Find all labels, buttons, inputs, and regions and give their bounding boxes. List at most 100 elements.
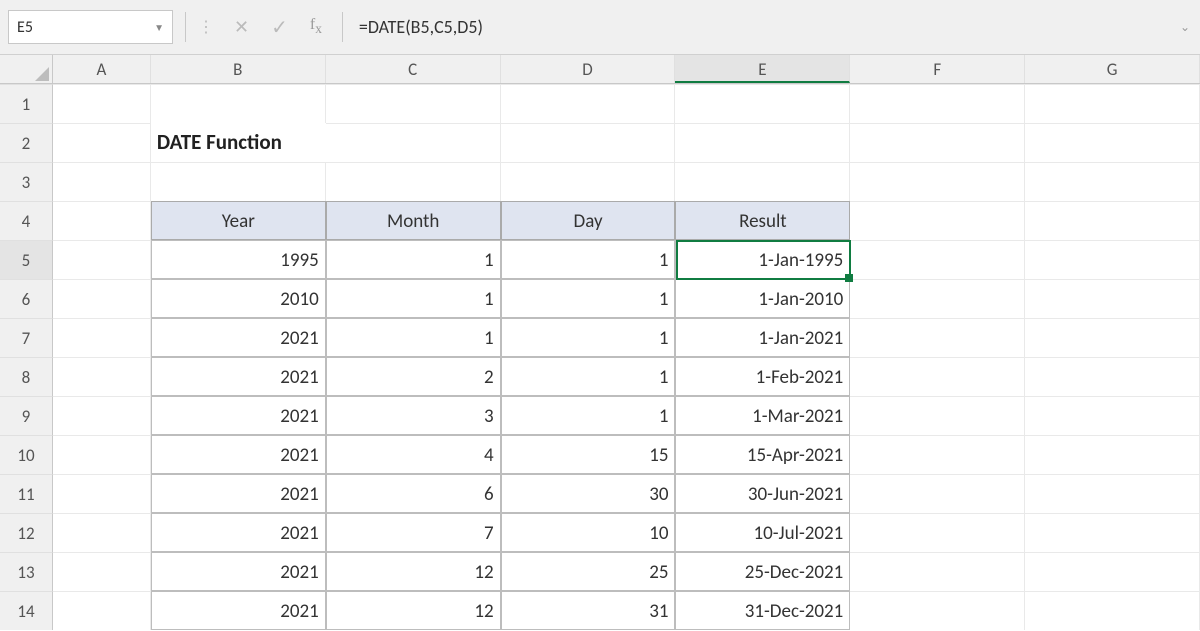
cell-C10[interactable]: 4 (326, 435, 501, 474)
select-all-corner[interactable] (0, 55, 53, 83)
cell-D8[interactable]: 1 (501, 357, 676, 396)
cell-F8[interactable] (850, 357, 1025, 396)
cell-G4[interactable] (1025, 201, 1200, 240)
cell-C3[interactable] (326, 162, 501, 201)
cell-B2-title[interactable]: DATE Function (151, 123, 326, 162)
row-header-7[interactable]: 7 (0, 318, 53, 357)
cell-E6[interactable]: 1-Jan-2010 (675, 279, 850, 318)
cell-C6[interactable]: 1 (326, 279, 501, 318)
cell-D13[interactable]: 25 (501, 552, 676, 591)
cell-G7[interactable] (1025, 318, 1200, 357)
cell-C4-header[interactable]: Month (326, 201, 501, 240)
cell-C14[interactable]: 12 (326, 591, 501, 630)
cell-E8[interactable]: 1-Feb-2021 (675, 357, 850, 396)
cell-C9[interactable]: 3 (326, 396, 501, 435)
cell-G5[interactable] (1025, 240, 1200, 279)
cell-C8[interactable]: 2 (326, 357, 501, 396)
col-header-C[interactable]: C (326, 55, 501, 83)
cell-E11[interactable]: 30-Jun-2021 (675, 474, 850, 513)
cell-E4-header[interactable]: Result (675, 201, 850, 240)
cell-D5[interactable]: 1 (501, 240, 676, 279)
cell-E14[interactable]: 31-Dec-2021 (675, 591, 850, 630)
cell-B13[interactable]: 2021 (151, 552, 326, 591)
cancel-icon[interactable]: ✕ (234, 16, 249, 38)
cell-B11[interactable]: 2021 (151, 474, 326, 513)
cell-G11[interactable] (1025, 474, 1200, 513)
cell-A14[interactable] (53, 591, 151, 630)
name-box[interactable]: E5 ▼ (8, 10, 173, 44)
cell-B12[interactable]: 2021 (151, 513, 326, 552)
cell-D3[interactable] (501, 162, 676, 201)
cell-E5[interactable]: 1-Jan-1995 (675, 240, 850, 279)
cell-A6[interactable] (53, 279, 151, 318)
cell-C11[interactable]: 6 (326, 474, 501, 513)
cell-C7[interactable]: 1 (326, 318, 501, 357)
cell-G9[interactable] (1025, 396, 1200, 435)
cell-A1[interactable] (53, 84, 151, 123)
cell-D7[interactable]: 1 (501, 318, 676, 357)
cell-F6[interactable] (850, 279, 1025, 318)
cell-F3[interactable] (850, 162, 1025, 201)
cell-C2[interactable] (326, 123, 501, 162)
cell-F11[interactable] (850, 474, 1025, 513)
cell-B9[interactable]: 2021 (151, 396, 326, 435)
cell-A4[interactable] (53, 201, 151, 240)
cell-A11[interactable] (53, 474, 151, 513)
cell-E7[interactable]: 1-Jan-2021 (675, 318, 850, 357)
cell-B8[interactable]: 2021 (151, 357, 326, 396)
cell-E3[interactable] (675, 162, 850, 201)
cell-D6[interactable]: 1 (501, 279, 676, 318)
cell-B10[interactable]: 2021 (151, 435, 326, 474)
row-header-2[interactable]: 2 (0, 123, 53, 162)
cell-E12[interactable]: 10-Jul-2021 (675, 513, 850, 552)
cell-D14[interactable]: 31 (501, 591, 676, 630)
cell-E9[interactable]: 1-Mar-2021 (675, 396, 850, 435)
cell-F9[interactable] (850, 396, 1025, 435)
cell-B4-header[interactable]: Year (151, 201, 326, 240)
cell-G10[interactable] (1025, 435, 1200, 474)
cell-C12[interactable]: 7 (326, 513, 501, 552)
cell-C13[interactable]: 12 (326, 552, 501, 591)
cell-B1[interactable] (151, 84, 326, 123)
col-header-A[interactable]: A (53, 55, 151, 83)
cell-A2[interactable] (53, 123, 151, 162)
row-header-1[interactable]: 1 (0, 84, 53, 123)
cell-F2[interactable] (850, 123, 1025, 162)
cell-G1[interactable] (1025, 84, 1200, 123)
cell-D12[interactable]: 10 (501, 513, 676, 552)
cell-A13[interactable] (53, 552, 151, 591)
row-header-4[interactable]: 4 (0, 201, 53, 240)
row-header-5[interactable]: 5 (0, 240, 53, 279)
col-header-B[interactable]: B (151, 55, 326, 83)
cell-G14[interactable] (1025, 591, 1200, 630)
cell-A8[interactable] (53, 357, 151, 396)
row-header-12[interactable]: 12 (0, 513, 53, 552)
cell-F13[interactable] (850, 552, 1025, 591)
cell-F4[interactable] (850, 201, 1025, 240)
cell-D10[interactable]: 15 (501, 435, 676, 474)
cell-B3[interactable] (151, 162, 326, 201)
cell-A12[interactable] (53, 513, 151, 552)
cell-F1[interactable] (850, 84, 1025, 123)
cell-B6[interactable]: 2010 (151, 279, 326, 318)
cell-F7[interactable] (850, 318, 1025, 357)
col-header-F[interactable]: F (850, 55, 1025, 83)
cell-D2[interactable] (501, 123, 676, 162)
row-header-10[interactable]: 10 (0, 435, 53, 474)
cell-D4-header[interactable]: Day (501, 201, 676, 240)
row-header-11[interactable]: 11 (0, 474, 53, 513)
cell-C1[interactable] (326, 84, 501, 123)
cell-D1[interactable] (501, 84, 676, 123)
cell-F5[interactable] (850, 240, 1025, 279)
cell-G13[interactable] (1025, 552, 1200, 591)
cell-G8[interactable] (1025, 357, 1200, 396)
row-header-14[interactable]: 14 (0, 591, 53, 630)
cell-D11[interactable]: 30 (501, 474, 676, 513)
expand-formula-bar-icon[interactable]: ⌄ (1170, 20, 1200, 35)
cell-B5[interactable]: 1995 (151, 240, 326, 279)
spreadsheet-grid[interactable]: A B C D E F G 1 2 DATE Function 3 (0, 55, 1200, 630)
cell-A7[interactable] (53, 318, 151, 357)
row-header-13[interactable]: 13 (0, 552, 53, 591)
cell-E10[interactable]: 15-Apr-2021 (675, 435, 850, 474)
row-header-3[interactable]: 3 (0, 162, 53, 201)
